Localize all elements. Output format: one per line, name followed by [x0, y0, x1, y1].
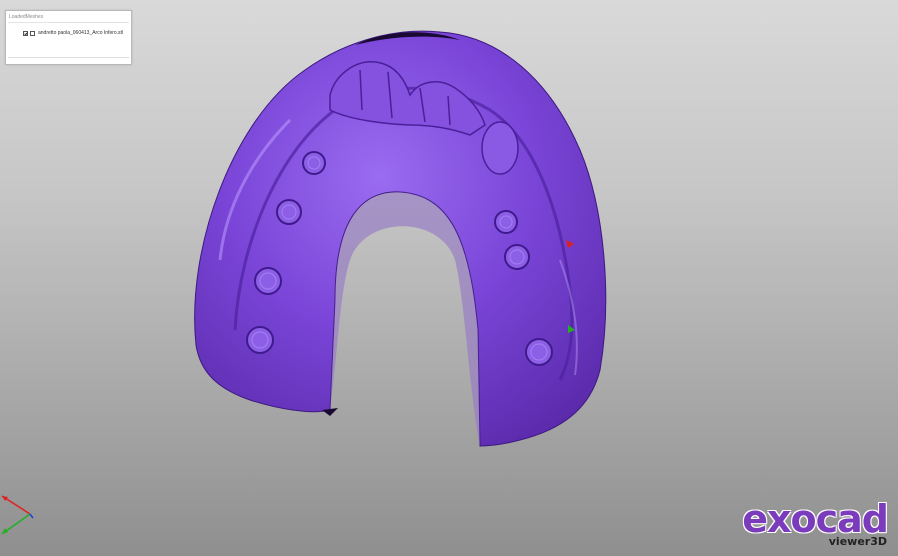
- exocad-logo: exocad viewer3D: [742, 497, 889, 548]
- 3d-viewport[interactable]: LoadedMeshes andretto paola_060413_Arco …: [0, 0, 898, 556]
- mesh-molar: [481, 121, 519, 175]
- axis-gizmo-icon: [1, 495, 34, 535]
- dental-arch-mesh[interactable]: [0, 0, 898, 556]
- logo-brand: exocad: [742, 497, 889, 541]
